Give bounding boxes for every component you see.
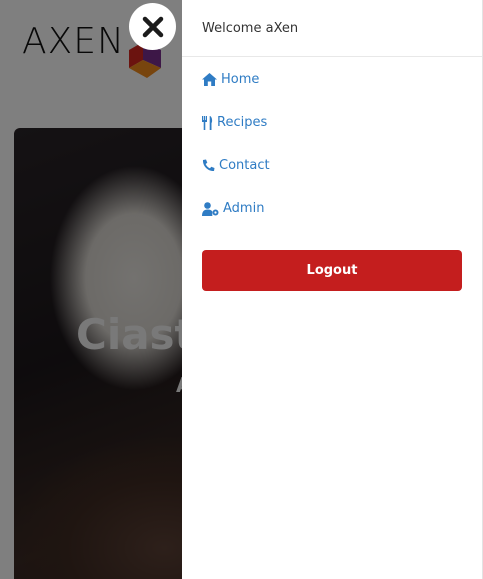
nav-item-contact[interactable]: Contact [202,158,270,173]
nav-item-contact-label: Contact [219,158,270,173]
home-icon [202,73,217,86]
nav-item-admin[interactable]: Admin [202,201,264,216]
nav-item-recipes[interactable]: Recipes [202,115,267,130]
user-cog-icon [202,201,219,216]
side-drawer: Welcome aXen Home Recipes Contact Admin … [182,0,483,579]
nav-item-recipes-label: Recipes [217,115,268,130]
close-icon [142,16,163,37]
close-menu-button[interactable] [129,3,176,50]
logout-button[interactable]: Logout [202,250,462,291]
welcome-text: Welcome aXen [182,0,482,57]
nav-item-admin-label: Admin [223,201,265,216]
nav-item-home[interactable]: Home [202,72,259,87]
utensils-icon [202,115,213,130]
nav-item-home-label: Home [221,72,260,87]
phone-icon [202,159,215,172]
